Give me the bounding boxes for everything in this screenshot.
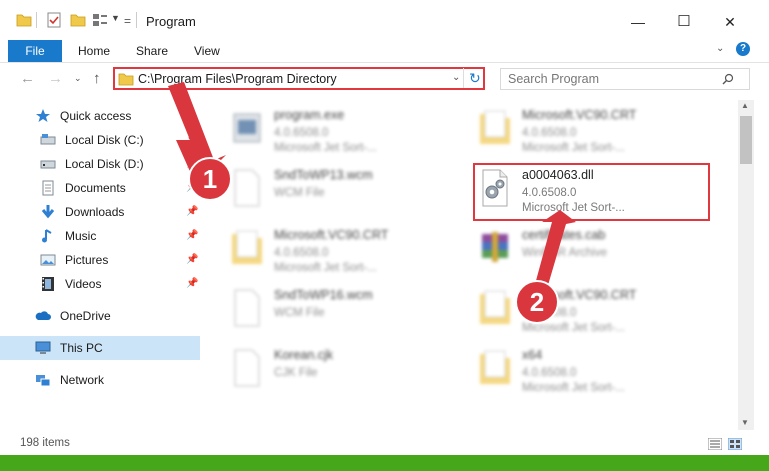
cloud-icon [35, 311, 51, 320]
file-item[interactable]: program.exe 4.0.6508.0 Microsoft Jet Sort… [230, 106, 450, 166]
sidebar-item-label: Pictures [65, 253, 109, 267]
file-item[interactable]: Microsoft.VC90.CRT 4.0.6508.0Microsoft J… [478, 106, 698, 166]
address-path: C:\Program Files\Program Directory [138, 72, 337, 86]
tab-share[interactable]: Share [136, 44, 168, 58]
callout-badge: 1 [188, 157, 232, 201]
folder-icon [480, 110, 510, 144]
sidebar-item-local-disk-c[interactable]: Local Disk (C:) 📌 [35, 129, 205, 151]
sidebar-item-label: Downloads [65, 205, 125, 219]
chevron-down-icon[interactable]: ▼ [111, 13, 120, 23]
search-placeholder: Search Program [508, 72, 600, 86]
new-folder-icon[interactable] [70, 12, 86, 28]
videos-icon [42, 277, 54, 291]
sidebar-item-music[interactable]: Music 📌 [35, 225, 205, 247]
tab-home[interactable]: Home [78, 44, 110, 58]
music-icon [42, 229, 52, 243]
search-icon[interactable] [722, 73, 734, 85]
sidebar-item-onedrive[interactable]: OneDrive [30, 305, 200, 327]
winrar-archive-icon [482, 232, 508, 262]
sidebar-item-videos[interactable]: Videos 📌 [35, 273, 205, 295]
details-view-icon[interactable] [708, 438, 722, 450]
forward-icon[interactable]: → [48, 70, 63, 87]
scrollbar-thumb[interactable] [740, 116, 752, 164]
documents-icon [42, 180, 54, 196]
sidebar-item-local-disk-d[interactable]: Local Disk (D:) 📌 [35, 153, 205, 175]
file-item[interactable]: certificates.cab WinRAR Archive [478, 226, 698, 286]
file-item[interactable]: x64 4.0.6508.0 Microsoft Jet Sort-... [478, 346, 698, 406]
chevron-down-icon[interactable]: ⌄ [452, 72, 460, 83]
file-item[interactable]: Korean.cjk CJK File [230, 346, 450, 406]
callout-number: 1 [202, 164, 218, 194]
pin-icon: 📌 [186, 134, 199, 145]
file-icon [234, 289, 260, 327]
properties-icon[interactable] [46, 12, 62, 28]
customize-toolbar-icon[interactable] [92, 12, 108, 28]
status-item-count: 198 items [20, 437, 70, 449]
back-icon[interactable]: ← [20, 70, 35, 87]
help-button[interactable]: ? [736, 42, 750, 56]
sidebar-item-label: Local Disk (D:) [65, 157, 144, 171]
tab-view[interactable]: View [194, 44, 220, 58]
maximize-button[interactable]: ☐ [664, 8, 704, 36]
callout-number: 2 [529, 287, 545, 317]
sidebar-item-label: Documents [65, 181, 126, 195]
folder-icon [16, 14, 32, 27]
divider [136, 12, 137, 28]
sidebar-item-network[interactable]: Network [30, 369, 200, 391]
pin-icon: 📌 [186, 254, 199, 265]
sidebar-item-label: OneDrive [60, 309, 111, 323]
recent-locations-icon[interactable]: ⌄ [74, 73, 82, 84]
network-icon [36, 375, 51, 387]
ribbon [0, 40, 769, 63]
scroll-down-icon[interactable]: ▼ [741, 418, 749, 427]
drive-icon [40, 160, 56, 169]
expand-ribbon-icon[interactable]: ⌄ [716, 43, 724, 54]
file-icon [234, 169, 260, 207]
refresh-icon[interactable]: ↻ [469, 70, 481, 87]
sidebar-item-label: Music [65, 229, 97, 243]
tab-file[interactable]: File [8, 40, 62, 62]
scroll-up-icon[interactable]: ▲ [741, 101, 749, 110]
sidebar-item-label: Network [60, 373, 105, 387]
sidebar-item-documents[interactable]: Documents 📌 [35, 177, 205, 199]
divider [36, 12, 37, 28]
pin-icon: 📌 [186, 206, 199, 217]
tiles-view-icon[interactable] [728, 438, 742, 450]
sidebar-item-downloads[interactable]: Downloads 📌 [35, 201, 205, 223]
up-icon[interactable]: ↑ [93, 70, 101, 87]
sidebar-item-label: Local Disk (C:) [65, 133, 144, 147]
pin-toolbar-icon: = [124, 14, 132, 28]
file-item[interactable]: SndToWP16.wcm WCM File [230, 286, 450, 346]
pin-icon: 📌 [186, 278, 199, 289]
file-item[interactable]: Microsoft.VC90.CRT 4.0.6508.0Microsoft J… [230, 226, 450, 286]
file-item-a0004063-dll[interactable]: a0004063.dll 4.0.6508.0 Microsoft Jet Sor… [478, 166, 698, 226]
file-icon [234, 349, 260, 387]
folder-icon [480, 350, 510, 384]
download-icon [41, 205, 55, 219]
minimize-button[interactable]: — [618, 8, 658, 36]
desktop-strip [0, 455, 769, 471]
sidebar-item-label: Quick access [60, 109, 132, 123]
divider [463, 68, 464, 88]
sidebar-item-label: This PC [60, 341, 103, 355]
folder-icon [118, 73, 134, 86]
file-item[interactable]: SndToWP13.wcm WCM File [230, 166, 450, 226]
callout-badge: 2 [515, 280, 559, 324]
close-button[interactable]: ✕ [710, 8, 750, 36]
computer-icon [35, 341, 51, 354]
drive-icon [40, 134, 56, 145]
pictures-icon [40, 254, 56, 266]
folder-icon [232, 230, 262, 264]
sidebar-item-quick-access[interactable]: Quick access [30, 105, 200, 127]
dll-gear-icon [482, 169, 508, 207]
sidebar-item-this-pc[interactable]: This PC [30, 337, 200, 359]
window-title: Program [146, 14, 196, 29]
pin-icon: 📌 [186, 230, 199, 241]
folder-icon [480, 290, 510, 324]
sidebar-item-label: Videos [65, 277, 102, 291]
exe-icon [233, 113, 261, 143]
file-item[interactable]: Microsoft.VC90.CRT 4.0.6508.0Microsoft J… [478, 286, 698, 346]
star-icon [36, 109, 50, 122]
sidebar-item-pictures[interactable]: Pictures 📌 [35, 249, 205, 271]
